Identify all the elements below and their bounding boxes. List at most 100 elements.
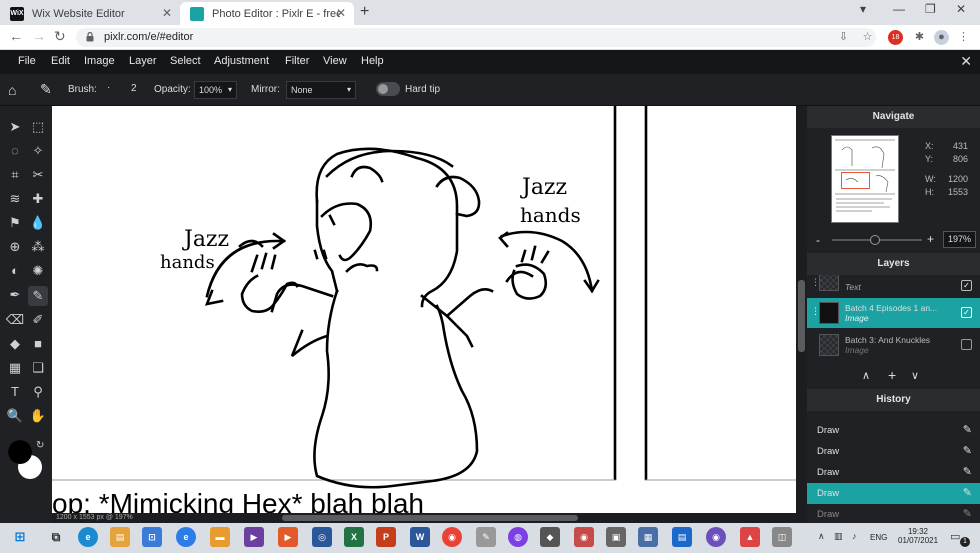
canvas-viewport[interactable]: Jazz hands Jazz hands op: *Mimicking Hex… bbox=[52, 106, 796, 513]
heal-tool-icon[interactable]: ✚ bbox=[28, 189, 48, 209]
history-header[interactable]: History bbox=[807, 389, 980, 411]
tab-wix-editor[interactable]: WiX Wix Website Editor ✕ bbox=[0, 2, 180, 25]
menu-adjustment[interactable]: Adjustment bbox=[214, 55, 269, 67]
zoom-input[interactable]: 197% bbox=[943, 231, 976, 248]
gradient-tool-icon[interactable]: ▦ bbox=[5, 358, 25, 378]
dodge-tool-icon[interactable]: ◐ bbox=[5, 261, 25, 281]
menu-view[interactable]: View bbox=[323, 55, 347, 67]
window-close-icon[interactable]: ✕ bbox=[956, 2, 966, 16]
edge-icon[interactable]: e bbox=[78, 527, 98, 547]
file-explorer-icon[interactable]: ▤ bbox=[110, 527, 130, 547]
cutout-tool-icon[interactable]: ✂ bbox=[28, 165, 48, 185]
layers-header[interactable]: Layers bbox=[807, 253, 980, 275]
shape-tool-icon[interactable]: ■ bbox=[28, 334, 48, 354]
language-indicator[interactable]: ENG bbox=[870, 533, 887, 542]
brush-dot-icon[interactable]: · bbox=[107, 82, 110, 93]
menu-filter[interactable]: Filter bbox=[285, 55, 309, 67]
folder-icon[interactable]: ▬ bbox=[210, 527, 230, 547]
powerpoint-icon[interactable]: P bbox=[376, 527, 396, 547]
back-arrow-icon[interactable]: ← bbox=[9, 28, 23, 44]
layer-visibility-checkbox[interactable] bbox=[961, 339, 972, 350]
layer-item-text[interactable]: ⋮ Text ✓ bbox=[807, 275, 980, 297]
notification-center-icon[interactable]: ▭ bbox=[950, 530, 960, 543]
hard-tip-toggle[interactable] bbox=[376, 82, 400, 96]
headset-icon[interactable]: ◎ bbox=[312, 527, 332, 547]
windows-start-icon[interactable]: ⊞ bbox=[10, 527, 30, 547]
app-icon[interactable]: ◉ bbox=[706, 527, 726, 547]
app-icon[interactable]: ▣ bbox=[606, 527, 626, 547]
install-app-icon[interactable]: ⇩ bbox=[836, 30, 851, 45]
app-icon[interactable]: ✎ bbox=[476, 527, 496, 547]
restore-icon[interactable]: ❐ bbox=[925, 2, 936, 16]
hand-tool-icon[interactable]: ✋ bbox=[28, 406, 48, 426]
layer-visibility-checkbox[interactable]: ✓ bbox=[961, 307, 972, 318]
opacity-dropdown[interactable]: 100% ▾ bbox=[194, 81, 237, 99]
foreground-color-swatch-top[interactable] bbox=[8, 440, 32, 464]
navigate-header[interactable]: Navigate bbox=[807, 106, 980, 128]
horizontal-scroll-thumb[interactable] bbox=[282, 515, 578, 521]
home-icon[interactable]: ⌂ bbox=[8, 82, 16, 98]
task-view-icon[interactable]: ⧉ bbox=[46, 527, 66, 547]
close-editor-icon[interactable]: ✕ bbox=[960, 53, 972, 70]
excel-icon[interactable]: X bbox=[344, 527, 364, 547]
layer-item-batch-3[interactable]: Batch 3: And Knuckles Image bbox=[807, 330, 980, 360]
extension-badge-icon[interactable]: 18 bbox=[888, 30, 903, 45]
menu-help[interactable]: Help bbox=[361, 55, 384, 67]
history-item[interactable]: Draw ✎ bbox=[807, 420, 980, 441]
liquify-tool-icon[interactable]: ≋ bbox=[5, 189, 25, 209]
layer-move-up-icon[interactable]: ∧ bbox=[862, 369, 870, 382]
sticker-tool-icon[interactable]: ❏ bbox=[28, 358, 48, 378]
close-icon[interactable]: ✕ bbox=[162, 6, 172, 20]
layer-item-batch-4[interactable]: ⋮ Batch 4 Episodes 1 an... Image ✓ bbox=[807, 298, 980, 328]
profile-avatar-icon[interactable]: ● bbox=[934, 30, 949, 45]
tab-search-icon[interactable]: ▾ bbox=[860, 2, 866, 16]
draw-brush-tool-icon[interactable]: ✎ bbox=[28, 286, 48, 306]
firefox-icon[interactable]: ◍ bbox=[508, 527, 528, 547]
vertical-scroll-thumb[interactable] bbox=[798, 280, 805, 352]
app-icon[interactable]: ◫ bbox=[772, 527, 792, 547]
history-item[interactable]: Draw ✎ bbox=[807, 462, 980, 483]
image-canvas[interactable]: Jazz hands Jazz hands op: *Mimicking Hex… bbox=[52, 106, 796, 513]
color-picker-tool-icon[interactable]: ⚲ bbox=[28, 382, 48, 402]
zoom-out-icon[interactable]: - bbox=[816, 233, 820, 247]
zoom-in-icon[interactable]: + bbox=[927, 232, 934, 246]
history-item-current[interactable]: Draw ✎ bbox=[807, 483, 980, 504]
minimize-icon[interactable]: — bbox=[893, 2, 905, 16]
sponge-tool-icon[interactable]: ⊕ bbox=[5, 237, 25, 257]
taskbar-clock[interactable]: 19:32 01/07/2021 bbox=[898, 527, 938, 545]
lasso-tool-icon[interactable]: ◌ bbox=[5, 141, 25, 161]
arrange-tool-icon[interactable]: ➤ bbox=[5, 117, 25, 137]
history-item[interactable]: Draw ✎ bbox=[807, 441, 980, 462]
fill-tool-icon[interactable]: ◆ bbox=[5, 334, 25, 354]
app-icon[interactable]: ▦ bbox=[638, 527, 658, 547]
app-icon[interactable]: ◉ bbox=[574, 527, 594, 547]
layer-move-down-icon[interactable]: ∨ bbox=[911, 369, 919, 382]
wand-tool-icon[interactable]: ✧ bbox=[28, 141, 48, 161]
menu-file[interactable]: File bbox=[18, 55, 36, 67]
new-tab-button[interactable]: + bbox=[360, 3, 369, 21]
store-icon[interactable]: ⊡ bbox=[142, 527, 162, 547]
color-replace-tool-icon[interactable]: ✐ bbox=[28, 310, 48, 330]
pen-tool-icon[interactable]: ✒ bbox=[5, 285, 25, 305]
swap-colors-icon[interactable]: ↻ bbox=[36, 440, 44, 451]
eraser-tool-icon[interactable]: ⌫ bbox=[5, 310, 25, 330]
text-tool-icon[interactable]: T bbox=[5, 382, 25, 402]
media-icon[interactable]: ▶ bbox=[244, 527, 264, 547]
menu-image[interactable]: Image bbox=[84, 55, 115, 67]
volume-icon[interactable]: ♪ bbox=[852, 531, 857, 541]
menu-layer[interactable]: Layer bbox=[129, 55, 157, 67]
tab-pixlr-editor[interactable]: Photo Editor : Pixlr E - free image ✕ bbox=[180, 2, 354, 25]
smudge-tool-icon[interactable]: ⁂ bbox=[28, 237, 48, 257]
reload-icon[interactable]: ↻ bbox=[54, 28, 66, 45]
crop-tool-icon[interactable]: ⌗ bbox=[5, 165, 25, 185]
extensions-puzzle-icon[interactable]: ✱ bbox=[912, 30, 927, 45]
mirror-dropdown[interactable]: None ▾ bbox=[286, 81, 356, 99]
brush-size-value[interactable]: 2 bbox=[131, 83, 137, 94]
navigator-viewport-rect[interactable] bbox=[841, 172, 870, 189]
menu-edit[interactable]: Edit bbox=[51, 55, 70, 67]
layer-visibility-checkbox[interactable]: ✓ bbox=[961, 280, 972, 291]
history-item[interactable]: Draw ✎ bbox=[807, 504, 980, 523]
chrome-taskbar-icon[interactable]: ◉ bbox=[442, 527, 462, 547]
chrome-menu-icon[interactable]: ⋮ bbox=[956, 30, 971, 45]
app-icon[interactable]: ▲ bbox=[740, 527, 760, 547]
